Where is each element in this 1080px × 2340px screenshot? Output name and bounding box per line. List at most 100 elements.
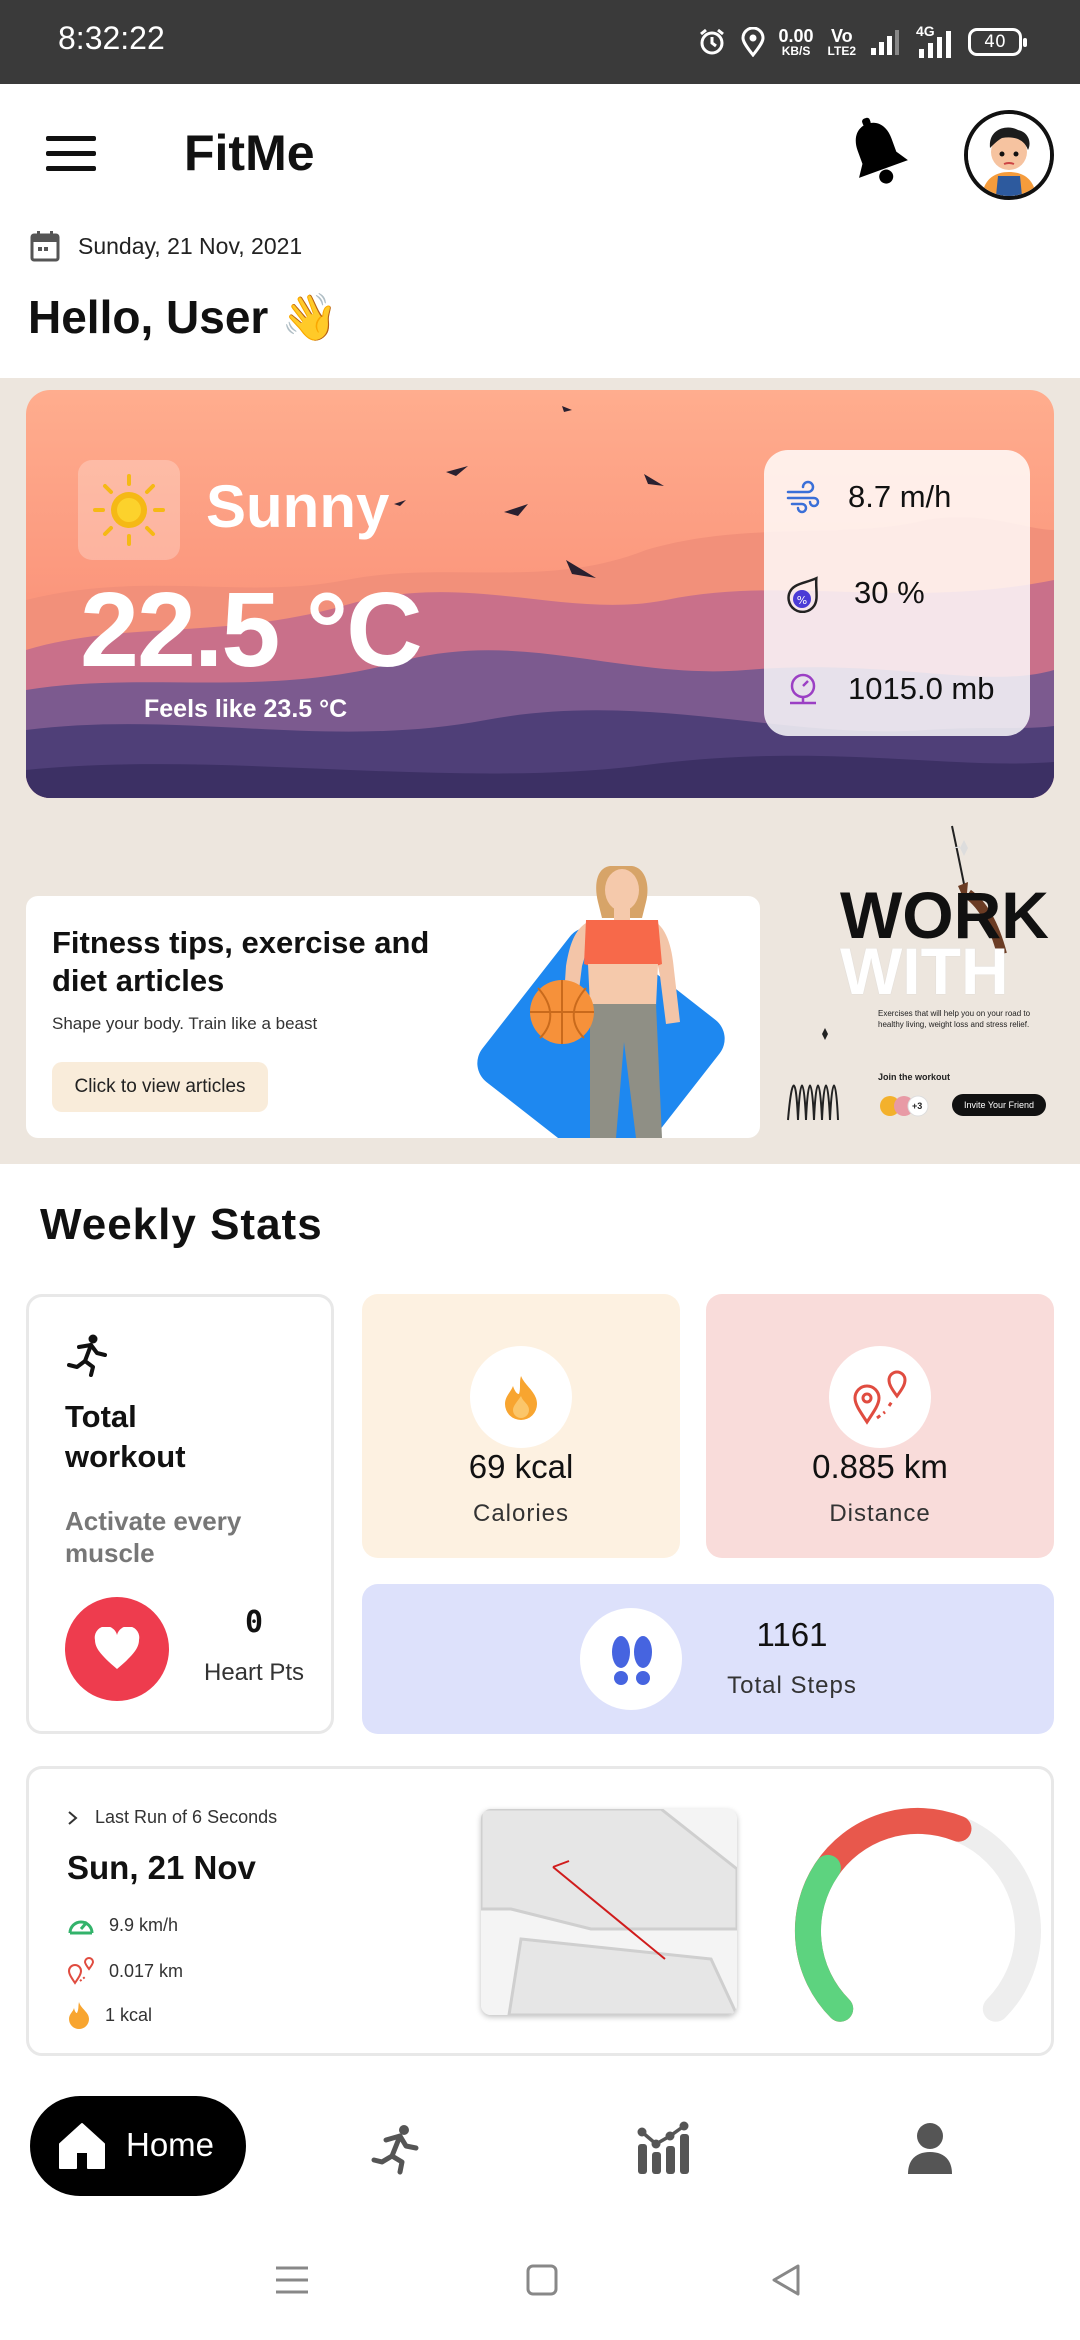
fitness-model-image: [477, 866, 725, 1138]
view-articles-button[interactable]: Click to view articles: [52, 1062, 268, 1112]
heart-points-value: 0: [244, 1605, 264, 1640]
weather-card[interactable]: Sunny 22.5 °C Feels like 23.5 °C 8.7 m/h…: [26, 390, 1054, 798]
gauge-green-arc: [794, 1854, 854, 2022]
home-icon: [59, 2123, 105, 2169]
last-run-header: Last Run of 6 Seconds: [67, 1807, 277, 1828]
run-calories-row: 1 kcal: [67, 2001, 152, 2029]
recents-icon[interactable]: [272, 2260, 312, 2300]
humidity-row: % 30 %: [786, 568, 925, 618]
invite-friend-button[interactable]: Invite Your Friend: [952, 1094, 1046, 1116]
run-speed: 9.9 km/h: [109, 1914, 179, 1935]
fire-small-icon: [69, 2002, 89, 2029]
svg-text:%: %: [797, 594, 807, 607]
date-row: Sunday, 21 Nov, 2021: [30, 228, 302, 264]
run-progress-gauge: [794, 1807, 1041, 2022]
steps-label: Total Steps: [727, 1672, 857, 1699]
pressure-icon: [790, 673, 816, 705]
signal-icon: [871, 30, 899, 55]
net-speed: 0.00 KB/S: [778, 25, 814, 58]
steps-value: 1161: [756, 1616, 828, 1653]
sun-icon: [78, 460, 180, 560]
volte-bottom: LTE2: [827, 43, 856, 58]
steps-card[interactable]: 1161 Total Steps: [362, 1584, 1054, 1734]
heart-points-label: Heart Pts: [203, 1659, 305, 1686]
weather-condition: Sunny: [206, 473, 390, 540]
calories-value: 69 kcal: [468, 1448, 574, 1485]
footprint-icon-circle: [580, 1608, 682, 1710]
workout-banner-desc: Exercises that will help you on your roa…: [878, 1009, 1031, 1029]
pressure-value: 1015.0 mb: [848, 671, 995, 706]
articles-subtitle: Shape your body. Train like a beast: [52, 1014, 318, 1033]
temperature: 22.5 °C: [80, 571, 423, 689]
greeting: Hello, User 👋: [28, 291, 339, 343]
signal-4g-icon: [919, 31, 951, 58]
wind-icon: [786, 480, 820, 514]
distance-value: 0.885 km: [812, 1448, 948, 1485]
run-route-map[interactable]: [481, 1809, 737, 2015]
volte-indicator: Vo LTE2: [827, 27, 856, 58]
total-workout-subtitle: Activate every muscle: [65, 1506, 242, 1568]
calories-card[interactable]: 69 kcal Calories: [362, 1294, 680, 1558]
chevron-right-icon: [68, 1810, 78, 1825]
workout-banner-line2: WITH: [840, 934, 1009, 1008]
run-calories: 1 kcal: [105, 2004, 153, 2025]
run-icon[interactable]: [366, 2118, 426, 2178]
distance-icon-circle: [829, 1346, 931, 1448]
articles-banner[interactable]: Fitness tips, exercise and diet articles…: [26, 866, 760, 1138]
profile-icon[interactable]: [900, 2118, 960, 2178]
route-map-graphic: [481, 1809, 737, 2015]
feels-like: Feels like 23.5 °C: [144, 695, 348, 723]
app-title: FitMe: [184, 125, 315, 181]
route-small-icon: [67, 1957, 95, 1985]
status-icons: 0.00 KB/S Vo LTE2 4G 40: [697, 22, 1027, 62]
avatar[interactable]: [964, 110, 1054, 200]
calories-label: Calories: [472, 1500, 570, 1527]
stats-icon[interactable]: [632, 2118, 692, 2178]
run-distance-row: 0.017 km: [67, 1957, 183, 1985]
nav-home-button[interactable]: Home: [30, 2096, 246, 2196]
bottom-navigation: Home: [0, 2068, 1080, 2228]
heart-icon: [94, 1627, 140, 1669]
last-run-header-text: Last Run of 6 Seconds: [95, 1807, 278, 1827]
signal-4g: 4G: [914, 23, 954, 59]
workout-banner-join: Join the workout: [878, 1072, 950, 1082]
humidity-value: 30 %: [854, 575, 925, 610]
wind-value: 8.7 m/h: [848, 479, 952, 514]
bell-icon[interactable]: [838, 114, 918, 194]
fire-icon: [505, 1376, 537, 1420]
heart-icon-circle: [65, 1597, 169, 1701]
sun-glyph: [93, 474, 165, 546]
status-time: 8:32:22: [58, 20, 165, 56]
net-speed-unit: KB/S: [781, 43, 811, 58]
net-speed-value: 0.00: [778, 25, 814, 46]
alarm-icon: [699, 28, 724, 55]
battery-indicator: 40: [968, 28, 1027, 56]
run-speed-row: 9.9 km/h: [67, 1913, 178, 1937]
wind-row: 8.7 m/h: [786, 472, 951, 522]
system-navigation-bar: [0, 2228, 1080, 2340]
pressure-row: 1015.0 mb: [786, 664, 995, 714]
back-icon[interactable]: [766, 2260, 806, 2300]
distance-label: Distance: [829, 1500, 931, 1527]
menu-icon[interactable]: [46, 136, 96, 172]
home-system-icon[interactable]: [522, 2260, 562, 2300]
weekly-stats-title: Weekly Stats: [40, 1200, 323, 1249]
speedometer-icon: [68, 1920, 94, 1935]
humidity-icon: %: [787, 576, 818, 613]
last-run-card[interactable]: Last Run of 6 Seconds Sun, 21 Nov 9.9 km…: [26, 1766, 1054, 2056]
workout-banner-extra: +3: [912, 1101, 923, 1111]
current-date: Sunday, 21 Nov, 2021: [78, 232, 303, 259]
calendar-icon: [30, 231, 60, 262]
articles-title: Fitness tips, exercise and diet articles: [52, 925, 430, 998]
fire-icon-circle: [470, 1346, 572, 1448]
run-distance: 0.017 km: [109, 1960, 184, 1981]
app-bar: FitMe: [0, 84, 1080, 224]
location-icon: [740, 27, 765, 57]
status-bar: 8:32:22 0.00 KB/S Vo LTE2 4G 40: [0, 0, 1080, 84]
workout-banner[interactable]: WORK WITH Exercises that will help you o…: [782, 824, 1080, 1144]
nav-home-label: Home: [126, 2126, 215, 2163]
total-workout-card[interactable]: Total workout Activate every muscle 0 He…: [26, 1294, 334, 1734]
weather-details-panel: 8.7 m/h % 30 % 1015.0 mb: [764, 450, 1030, 736]
distance-card[interactable]: 0.885 km Distance: [706, 1294, 1054, 1558]
route-icon: [853, 1370, 907, 1425]
